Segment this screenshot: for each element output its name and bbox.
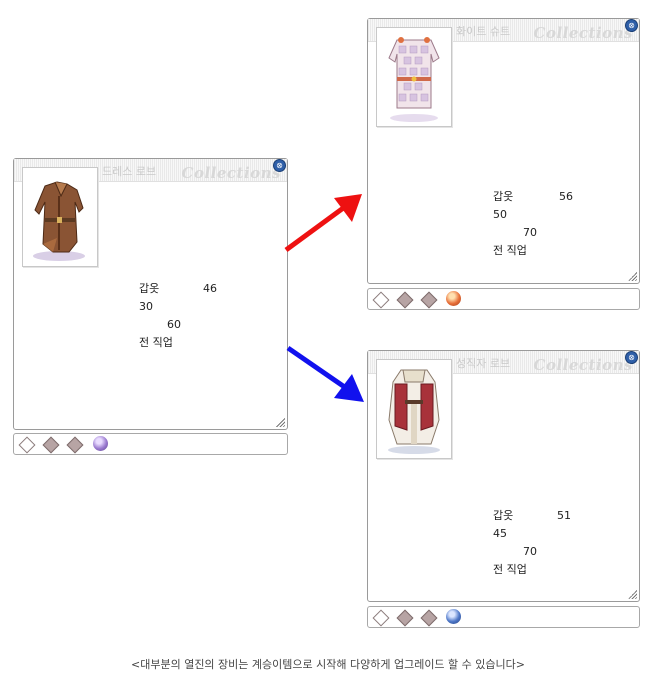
card-slot-bar-upgrade-a <box>367 288 640 310</box>
empty-slot-icon[interactable] <box>372 291 390 309</box>
stat-type-label: 갑옷 <box>493 190 514 203</box>
collections-watermark: Collections <box>533 356 633 374</box>
stat-job-label: 전 직업 <box>493 563 527 576</box>
slot-icon[interactable] <box>396 609 414 627</box>
card-slot-bar-upgrade-b <box>367 606 640 628</box>
stat-level-value: 70 <box>523 226 537 239</box>
item-window-upgrade-a: 화이트 슈트 Collections ⊗ 갑옷 56 50 70 전 직업 <box>367 18 640 284</box>
stat-defense-value: 56 <box>559 190 573 203</box>
card-icon[interactable] <box>446 291 461 306</box>
item-window-upgrade-b: 성직자 로브 Collections ⊗ 갑옷 51 45 70 전 직업 <box>367 350 640 602</box>
card-icon[interactable] <box>93 436 108 451</box>
cleric-robe-illustration <box>388 369 440 454</box>
empty-slot-icon[interactable] <box>18 436 36 454</box>
slot-icon[interactable] <box>420 291 438 309</box>
window-title: 성직자 로브 <box>456 357 511 370</box>
window-title: 드레스 로브 <box>102 165 157 178</box>
slot-icon[interactable] <box>66 436 84 454</box>
image-caption: <대부분의 열진의 장비는 계승이템으로 시작해 다양하게 업그레이드 할 수 … <box>131 658 525 671</box>
stat-level-value: 60 <box>167 318 181 331</box>
item-description: 갑옷 56 50 70 전 직업 <box>493 188 623 260</box>
close-button[interactable]: ⊗ <box>625 19 638 32</box>
stat-weight-value: 45 <box>493 527 507 540</box>
stat-defense-value: 51 <box>557 509 571 522</box>
brown-coat-illustration <box>33 181 85 261</box>
red-arrow-icon <box>284 194 362 253</box>
slot-icon[interactable] <box>42 436 60 454</box>
resize-handle[interactable] <box>275 417 285 427</box>
stat-weight-value: 30 <box>139 300 153 313</box>
resize-handle[interactable] <box>627 589 637 599</box>
item-illustration-frame <box>376 359 452 459</box>
close-button[interactable]: ⊗ <box>625 351 638 364</box>
window-title: 화이트 슈트 <box>456 25 511 38</box>
white-suit-illustration <box>388 37 440 122</box>
stat-defense-value: 46 <box>203 282 217 295</box>
slot-icon[interactable] <box>396 291 414 309</box>
collections-watermark: Collections <box>533 24 633 42</box>
stat-level-value: 70 <box>523 545 537 558</box>
item-description: 갑옷 46 30 60 전 직업 <box>139 280 269 352</box>
card-slot-bar-base <box>13 433 288 455</box>
collections-watermark: Collections <box>181 164 281 182</box>
close-button[interactable]: ⊗ <box>273 159 286 172</box>
stat-type-label: 갑옷 <box>493 509 514 522</box>
blue-arrow-icon <box>286 345 364 402</box>
item-description: 갑옷 51 45 70 전 직업 <box>493 507 623 579</box>
item-illustration-frame <box>22 167 98 267</box>
slot-icon[interactable] <box>420 609 438 627</box>
stat-job-label: 전 직업 <box>139 336 173 349</box>
resize-handle[interactable] <box>627 271 637 281</box>
stat-type-label: 갑옷 <box>139 282 160 295</box>
empty-slot-icon[interactable] <box>372 609 390 627</box>
item-illustration-frame <box>376 27 452 127</box>
item-window-base: 드레스 로브 Collections ⊗ 갑옷 46 30 60 전 직업 <box>13 158 288 430</box>
stat-weight-value: 50 <box>493 208 507 221</box>
card-icon[interactable] <box>446 609 461 624</box>
stat-job-label: 전 직업 <box>493 244 527 257</box>
